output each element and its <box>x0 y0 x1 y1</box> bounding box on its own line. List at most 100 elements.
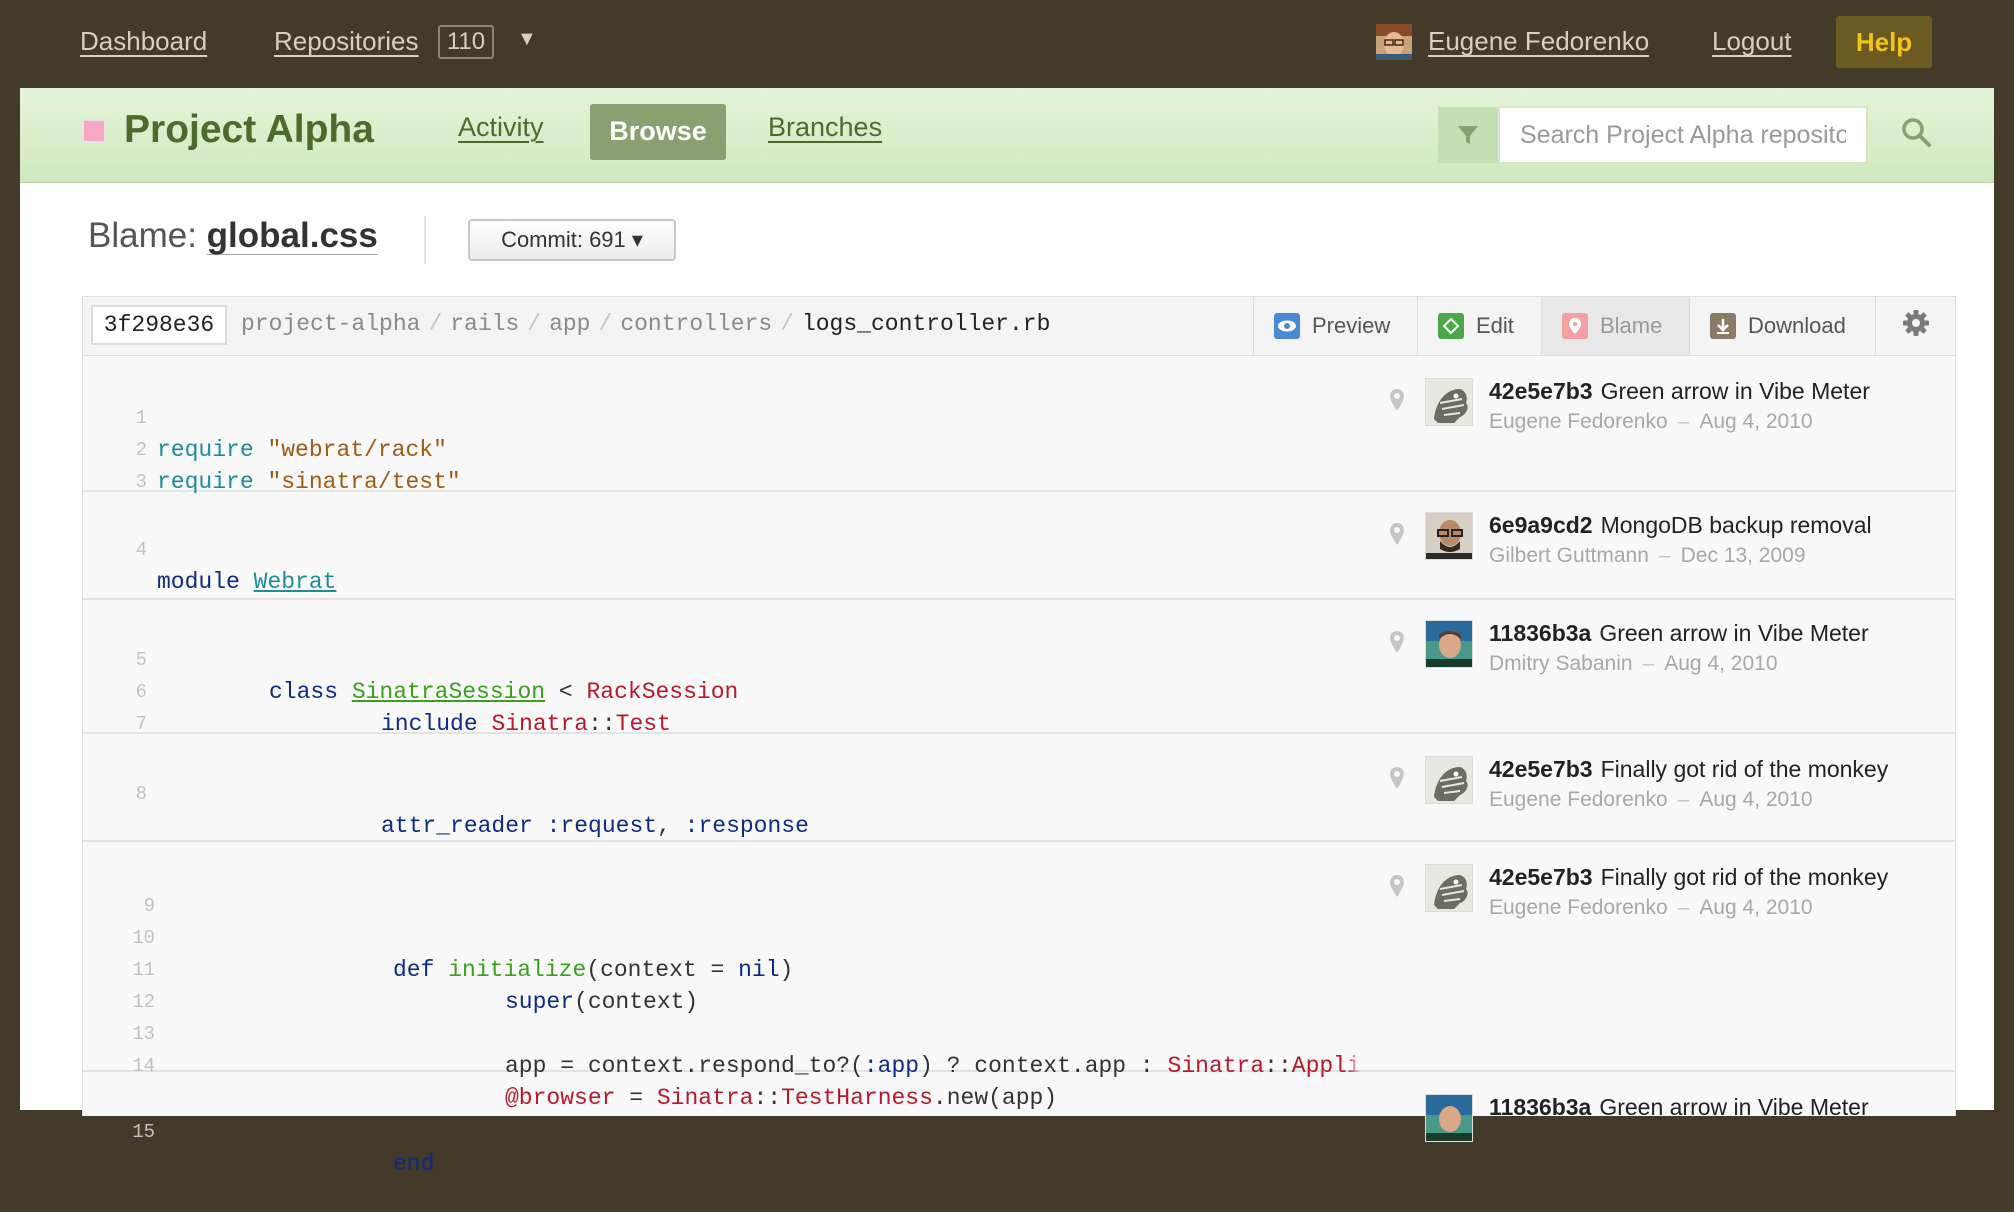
line-number[interactable]: 4 <box>83 534 147 566</box>
help-button[interactable]: Help <box>1836 16 1932 68</box>
code-line: 13 app = context.respond_to?(:app) ? con… <box>83 986 1361 1079</box>
project-title[interactable]: Project Alpha <box>124 108 374 152</box>
repository-search-input[interactable] <box>1498 106 1868 164</box>
breadcrumb-item[interactable]: app <box>549 311 590 337</box>
commit-message: Finally got rid of the monkey <box>1600 864 1889 890</box>
breadcrumb-separator: / <box>428 311 443 337</box>
dashboard-link[interactable]: Dashboard <box>80 26 207 57</box>
code-text: class SinatraSession < RackSession <box>269 679 739 705</box>
code-line: 12 <box>83 954 193 1013</box>
blame-heading: Blame: global.css <box>88 216 378 256</box>
commit-meta: Dmitry Sabanin – Aug 4, 2010 <box>1489 652 1778 675</box>
commit-selector-button[interactable]: Commit: 691 ▾ <box>468 219 676 261</box>
user-name-link[interactable]: Eugene Fedorenko <box>1428 26 1649 57</box>
project-header: Project Alpha Activity Browse Branches <box>20 88 1994 183</box>
edit-button[interactable]: Edit <box>1417 297 1541 355</box>
code-text: module Webrat <box>157 569 337 595</box>
breadcrumb-item[interactable]: rails <box>450 311 519 337</box>
revision-sha-field[interactable]: 3f298e36 <box>91 305 227 345</box>
tab-branches[interactable]: Branches <box>768 112 882 143</box>
commit-author-avatar[interactable] <box>1425 756 1473 804</box>
commit-author: Eugene Fedorenko <box>1489 896 1668 919</box>
commit-sha: 42e5e7b3 <box>1489 864 1593 890</box>
tab-activity[interactable]: Activity <box>458 112 544 143</box>
breadcrumb-item[interactable]: project-alpha <box>241 311 420 337</box>
map-pin-icon[interactable] <box>1389 630 1405 659</box>
code-text: super(context) <box>505 989 699 1015</box>
blame-button[interactable]: Blame <box>1541 297 1689 355</box>
breadcrumb-current-file: logs_controller.rb <box>801 311 1051 337</box>
commit-author: Dmitry Sabanin <box>1489 652 1633 675</box>
blame-file-name[interactable]: global.css <box>207 216 378 255</box>
code-line: 7 <box>83 676 193 735</box>
download-icon <box>1710 313 1736 339</box>
edit-icon <box>1438 313 1464 339</box>
commit-date: Aug 4, 2010 <box>1699 896 1813 919</box>
code-line: 8 attr_reader :request, :response <box>83 746 809 839</box>
map-pin-icon[interactable] <box>1389 522 1405 551</box>
blame-chunk: 1 require "webrat/rack" 2 require "sinat… <box>83 356 1955 495</box>
commit-author: Eugene Fedorenko <box>1489 410 1668 433</box>
download-label: Download <box>1748 313 1846 338</box>
code-text: require "webrat/rack" <box>157 437 447 463</box>
gear-icon <box>1902 309 1930 343</box>
code-line: 15 end <box>83 1084 434 1177</box>
repositories-link[interactable]: Repositories <box>274 26 419 57</box>
commit-author-avatar[interactable] <box>1425 620 1473 668</box>
code-text: end <box>393 1151 435 1177</box>
commit-author-avatar[interactable] <box>1425 864 1473 912</box>
blame-label-button: Blame <box>1600 313 1663 338</box>
logout-link[interactable]: Logout <box>1712 26 1792 57</box>
commit-date: Dec 13, 2009 <box>1680 544 1806 567</box>
map-pin-icon[interactable] <box>1389 766 1405 795</box>
commit-meta: Eugene Fedorenko – Aug 4, 2010 <box>1489 896 1813 919</box>
user-avatar[interactable] <box>1376 24 1412 60</box>
commit-summary[interactable]: 42e5e7b3 Finally got rid of the monkey <box>1489 756 1921 783</box>
map-pin-icon[interactable] <box>1389 388 1405 417</box>
commit-date: Aug 4, 2010 <box>1664 652 1778 675</box>
line-number[interactable]: 15 <box>83 1116 155 1148</box>
commit-meta: Eugene Fedorenko – Aug 4, 2010 <box>1489 410 1813 433</box>
breadcrumb-item[interactable]: controllers <box>620 311 772 337</box>
commit-sha: 11836b3a <box>1489 1094 1592 1120</box>
commit-summary[interactable]: 6e9a9cd2 MongoDB backup removal <box>1489 512 1921 539</box>
tab-browse[interactable]: Browse <box>590 104 726 160</box>
code-line: 14 @browser = Sinatra::TestHarness.new(a… <box>83 1018 1057 1111</box>
breadcrumb-separator: / <box>780 311 794 337</box>
commit-sha: 11836b3a <box>1489 620 1592 646</box>
commit-summary[interactable]: 11836b3a Green arrow in Vibe Meter <box>1489 1094 1921 1121</box>
search-icon[interactable] <box>1900 116 1932 153</box>
commit-sha: 42e5e7b3 <box>1489 756 1593 782</box>
filter-icon[interactable] <box>1438 107 1498 163</box>
commit-message: Green arrow in Vibe Meter <box>1599 620 1869 646</box>
code-line: 4 module Webrat <box>83 502 337 595</box>
download-button[interactable]: Download <box>1689 297 1875 355</box>
blame-chunk: 8 attr_reader :request, :response 42e5e7… <box>83 734 1955 842</box>
breadcrumb-separator: / <box>598 311 613 337</box>
line-number[interactable]: 8 <box>83 778 147 810</box>
map-pin-icon[interactable] <box>1389 874 1405 903</box>
commit-author: Gilbert Guttmann <box>1489 544 1649 567</box>
code-line: 10 def initialize(context = nil) <box>83 890 793 983</box>
preview-button[interactable]: Preview <box>1253 297 1417 355</box>
commit-message: MongoDB backup removal <box>1600 512 1872 538</box>
code-line: 2 require "sinatra/test" <box>83 402 461 495</box>
code-text: def initialize(context = nil) <box>393 957 794 983</box>
commit-summary[interactable]: 42e5e7b3 Green arrow in Vibe Meter <box>1489 378 1921 405</box>
code-line: 9 <box>83 858 193 917</box>
breadcrumb: project-alpha / rails / app / controllers / logs… <box>241 311 1050 337</box>
commit-message: Green arrow in Vibe Meter <box>1600 378 1870 404</box>
code-line: 5 class SinatraSession < RackSession <box>83 612 739 705</box>
commit-summary[interactable]: 11836b3a Green arrow in Vibe Meter <box>1489 620 1921 647</box>
commit-author-avatar[interactable] <box>1425 512 1473 560</box>
repositories-dropdown-icon[interactable]: ▼ <box>517 28 537 51</box>
blame-chunk: 5 class SinatraSession < RackSession 6 i… <box>83 600 1955 737</box>
code-line: 6 include Sinatra::Test <box>83 644 671 737</box>
commit-date: Aug 4, 2010 <box>1699 788 1813 811</box>
main-panel: Project Alpha Activity Browse Branches B… <box>20 88 1994 1177</box>
commit-author-avatar[interactable] <box>1425 378 1473 426</box>
commit-author-avatar[interactable] <box>1425 1094 1473 1142</box>
commit-sha: 42e5e7b3 <box>1489 378 1593 404</box>
settings-button[interactable] <box>1875 297 1955 355</box>
commit-summary[interactable]: 42e5e7b3 Finally got rid of the monkey <box>1489 864 1921 891</box>
